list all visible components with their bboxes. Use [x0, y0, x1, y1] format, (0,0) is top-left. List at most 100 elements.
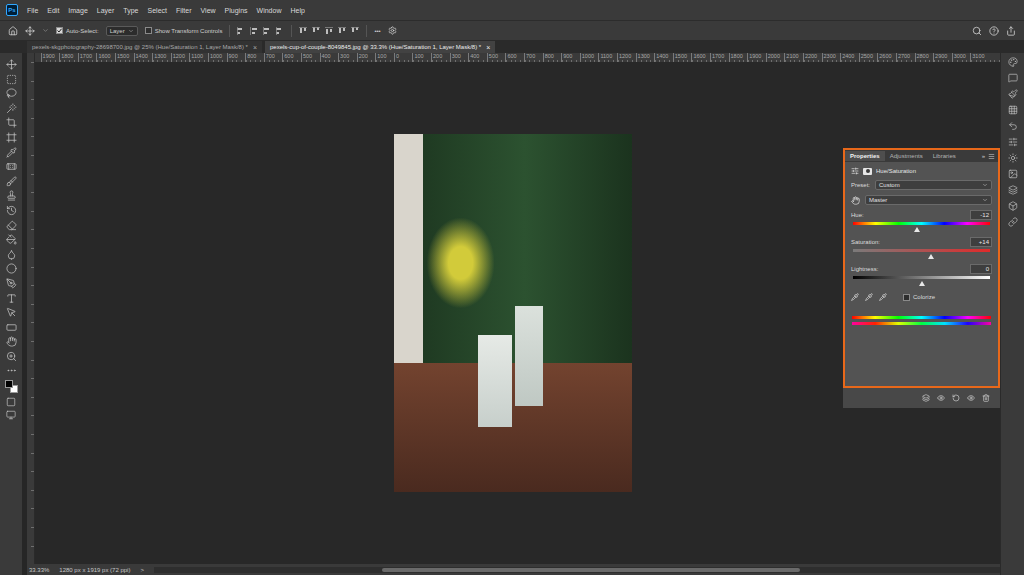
align-icon[interactable]	[276, 27, 284, 35]
align-icon[interactable]	[325, 27, 333, 35]
slider-value-field[interactable]: 0	[970, 264, 992, 274]
align-icon[interactable]	[299, 27, 307, 35]
clip-to-layer-icon[interactable]	[922, 394, 930, 402]
blur-tool-icon[interactable]	[6, 249, 17, 260]
menu-item[interactable]: Filter	[176, 7, 192, 14]
status-menu-arrow[interactable]: >	[140, 567, 144, 573]
slider-thumb[interactable]	[914, 227, 920, 232]
type-tool-icon[interactable]	[6, 293, 17, 304]
menu-item[interactable]: Image	[68, 7, 87, 14]
color-swatches[interactable]	[5, 380, 18, 393]
view-previous-icon[interactable]	[937, 394, 945, 402]
healing-brush-tool-icon[interactable]	[6, 161, 17, 172]
tab-close-button[interactable]: ×	[253, 44, 257, 51]
eyedropper-subtract-icon[interactable]	[879, 293, 887, 301]
menu-item[interactable]: Type	[123, 7, 138, 14]
slider-value-field[interactable]: +14	[970, 237, 992, 247]
crop-tool-icon[interactable]	[6, 117, 17, 128]
search-icon[interactable]	[972, 26, 982, 36]
align-icon[interactable]	[338, 27, 346, 35]
adjustment-icon[interactable]	[851, 167, 859, 175]
preset-dropdown[interactable]: Custom	[875, 180, 992, 190]
more-options-button[interactable]: •••	[374, 28, 380, 34]
targeted-adjustment-icon[interactable]	[851, 196, 860, 205]
colorize-checkbox[interactable]	[903, 294, 910, 301]
comments-panel-icon[interactable]	[1008, 73, 1018, 83]
visibility-eye-icon[interactable]	[967, 394, 975, 402]
path-select-tool-icon[interactable]	[6, 307, 17, 318]
menu-item[interactable]: Help	[290, 7, 304, 14]
menu-item[interactable]: Edit	[47, 7, 59, 14]
document-photo[interactable]	[394, 134, 632, 492]
slider-track[interactable]	[853, 276, 990, 279]
move-tool-icon[interactable]	[6, 59, 17, 70]
pen-tool-icon[interactable]	[6, 278, 17, 289]
color-panel-icon[interactable]	[1008, 57, 1018, 67]
eyedropper-add-icon[interactable]	[865, 293, 873, 301]
reset-icon[interactable]	[952, 394, 960, 402]
chevron-down-icon[interactable]	[42, 27, 49, 34]
align-icon[interactable]	[312, 27, 320, 35]
lasso-tool-icon[interactable]	[6, 88, 17, 99]
quick-mask-icon[interactable]	[6, 397, 16, 407]
output-color-ramp[interactable]	[852, 322, 991, 325]
slider-track[interactable]	[853, 249, 990, 252]
horizontal-scrollbar[interactable]	[154, 567, 1000, 573]
align-icon[interactable]	[250, 27, 258, 35]
marquee-tool-icon[interactable]	[6, 74, 17, 85]
properties-panel-icon[interactable]	[1008, 137, 1018, 147]
channels-panel-icon[interactable]	[1008, 201, 1018, 211]
brush-tool-icon[interactable]	[6, 176, 17, 187]
brushes-panel-icon[interactable]	[1008, 89, 1018, 99]
menu-item[interactable]: Select	[148, 7, 167, 14]
menu-item[interactable]: File	[27, 7, 38, 14]
vertical-ruler[interactable]	[27, 62, 35, 564]
panel-tab[interactable]: Properties	[845, 151, 885, 161]
panel-tab[interactable]: Adjustments	[885, 151, 928, 161]
slider-thumb[interactable]	[928, 254, 934, 259]
hand-tool-icon[interactable]	[6, 336, 17, 347]
gear-icon[interactable]	[388, 26, 397, 35]
menu-icon[interactable]	[988, 153, 995, 160]
show-transform-option[interactable]: Show Transform Controls	[145, 27, 223, 34]
layer-dropdown[interactable]: Layer	[106, 26, 138, 36]
clone-stamp-tool-icon[interactable]	[6, 190, 17, 201]
gradient-tool-icon[interactable]	[6, 234, 17, 245]
mask-icon[interactable]	[863, 168, 872, 175]
zoom-level[interactable]: 33.33%	[29, 567, 49, 573]
eraser-tool-icon[interactable]	[6, 220, 17, 231]
home-icon[interactable]	[8, 26, 18, 36]
swatches-panel-icon[interactable]	[1008, 105, 1018, 115]
align-icon[interactable]	[237, 27, 245, 35]
adjustments-panel-icon[interactable]	[1008, 153, 1018, 163]
help-icon[interactable]	[989, 26, 999, 36]
quick-select-tool-icon[interactable]	[6, 103, 17, 114]
scrollbar-thumb[interactable]	[382, 568, 800, 572]
history-brush-tool-icon[interactable]	[6, 205, 17, 216]
dodge-tool-icon[interactable]	[6, 263, 17, 274]
menu-item[interactable]: Layer	[97, 7, 115, 14]
document-tab[interactable]: pexels-cup-of-couple-8049845.jpg @ 33.3%…	[265, 41, 495, 53]
tab-close-button[interactable]: ×	[486, 44, 490, 51]
align-icon[interactable]	[263, 27, 271, 35]
collapse-button[interactable]: »	[982, 153, 985, 159]
show-transform-checkbox[interactable]	[145, 27, 152, 34]
horizontal-ruler[interactable]: 1900180017001600150014001300120011001000…	[35, 53, 1000, 62]
auto-select-option[interactable]: Auto-Select:	[56, 27, 99, 34]
paths-panel-icon[interactable]	[1008, 217, 1018, 227]
move-tool-icon[interactable]	[25, 26, 35, 36]
screen-mode-icon[interactable]	[6, 410, 16, 420]
more-tools-icon[interactable]	[6, 365, 17, 376]
foreground-color[interactable]	[5, 380, 13, 388]
app-logo[interactable]: Ps	[6, 4, 18, 16]
frame-tool-icon[interactable]	[6, 132, 17, 143]
menu-item[interactable]: Window	[257, 7, 282, 14]
colorize-option[interactable]: Colorize	[903, 294, 935, 301]
zoom-tool-icon[interactable]	[6, 351, 17, 362]
panel-tab[interactable]: Libraries	[928, 151, 961, 161]
eyedropper-tool-icon[interactable]	[6, 147, 17, 158]
slider-value-field[interactable]: -12	[970, 210, 992, 220]
libraries-panel-icon[interactable]	[1008, 169, 1018, 179]
channel-dropdown[interactable]: Master	[865, 195, 992, 205]
trash-icon[interactable]	[982, 394, 990, 402]
